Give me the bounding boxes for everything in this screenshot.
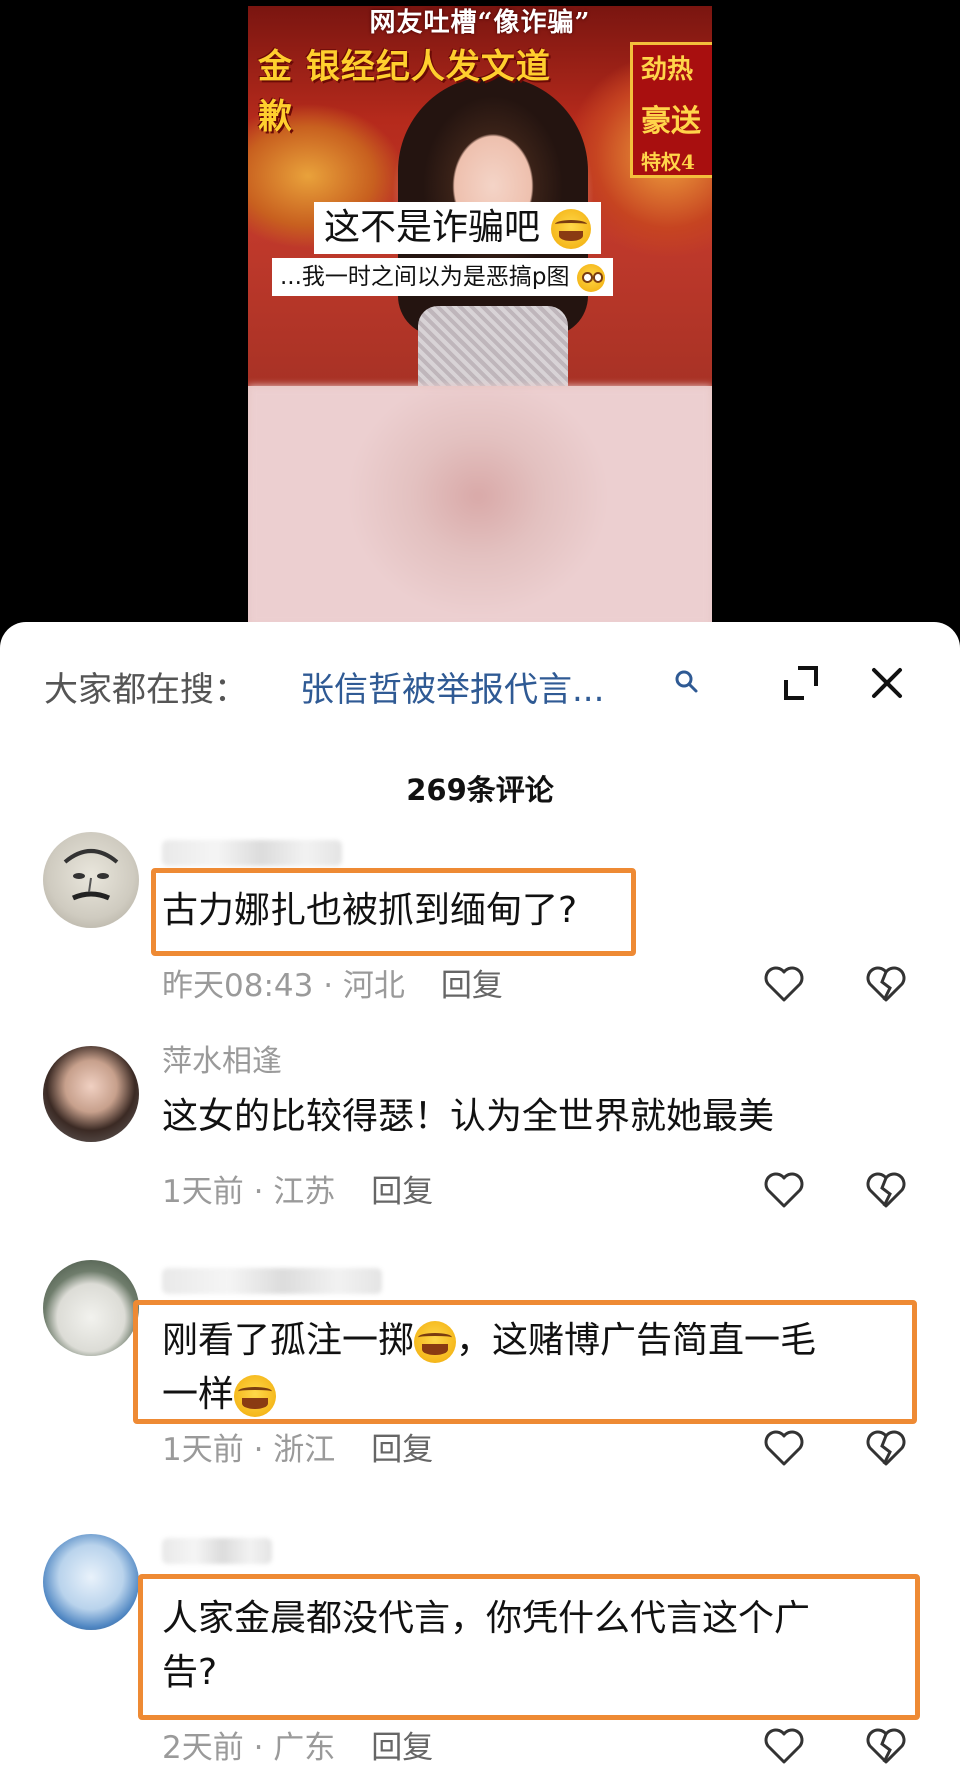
comment-item: 古力娜扎也被抓到缅甸了? 昨天08:43 · 河北 回复 — [0, 826, 960, 1026]
avatar[interactable] — [43, 1534, 139, 1630]
comment-time: 昨天08:43 — [162, 968, 314, 1004]
laughing-emoji-icon — [414, 1321, 457, 1363]
comment-count: 269条评论 — [406, 773, 554, 807]
comment-time: 1天前 — [162, 1174, 244, 1210]
comment-item: 人家金晨都没代言，你凭什么代言这个广 告? 2天前 · 广东 回复 — [0, 1528, 960, 1778]
heart-icon[interactable] — [762, 964, 806, 1004]
video-blurred-region — [248, 386, 712, 626]
comment-location: 河北 — [342, 968, 405, 1004]
comment-item: 刚看了孤注一掷 ，这赌博广告简直一毛一样 1天前 · 浙江 回复 — [0, 1258, 960, 1498]
video-side-badge: 劲热 豪送 特权4 — [630, 42, 712, 178]
reply-button[interactable]: 回复 — [371, 1730, 433, 1766]
side-badge-line-2: 豪送 — [641, 104, 701, 139]
comment-text-line: 告? — [162, 1652, 218, 1693]
search-suggestion-row: 大家都在搜： 张信哲被举报代言... — [0, 622, 960, 762]
broken-heart-icon[interactable] — [864, 964, 908, 1004]
comment-text: 人家金晨都没代言，你凭什么代言这个广 告? — [162, 1592, 902, 1700]
comment-meta: 2天前 · 广东 回复 — [162, 1728, 433, 1768]
video-caption-2-text: ...我一时之间以为是恶搞p图 — [280, 264, 570, 290]
heart-icon[interactable] — [762, 1726, 806, 1766]
comment-text: 这女的比较得瑟！认为全世界就她最美 — [162, 1096, 775, 1137]
heart-icon[interactable] — [762, 1428, 806, 1468]
comment-text-part: 刚看了孤注一掷 — [162, 1320, 415, 1361]
avatar-sketch-face — [63, 849, 119, 901]
broken-heart-icon[interactable] — [864, 1170, 908, 1210]
comment-meta: 昨天08:43 · 河北 回复 — [162, 966, 503, 1006]
meta-separator: · — [243, 1432, 274, 1468]
comment-username[interactable]: 萍水相逢 — [162, 1042, 282, 1082]
search-suggestion-prefix: 大家都在搜： — [44, 670, 248, 710]
avatar[interactable] — [43, 832, 139, 928]
comment-text: 刚看了孤注一掷 ，这赌博广告简直一毛一样 — [162, 1314, 902, 1422]
video-headline-top: 网友吐槽“像诈骗” — [369, 8, 591, 38]
comment-text-part: 一样 — [162, 1374, 235, 1415]
video-caption-1-text: 这不是诈骗吧 — [324, 207, 541, 248]
comment-item: 萍水相逢 这女的比较得瑟！认为全世界就她最美 1天前 · 江苏 回复 — [0, 1040, 960, 1240]
reply-button[interactable]: 回复 — [441, 968, 503, 1004]
heart-icon[interactable] — [762, 1170, 806, 1210]
side-badge-line-3: 特权4 — [641, 150, 695, 174]
meta-separator: · — [243, 1174, 274, 1210]
avatar[interactable] — [43, 1046, 139, 1142]
comment-time: 1天前 — [162, 1432, 244, 1468]
meta-separator: · — [313, 968, 343, 1004]
comment-username-blurred[interactable] — [162, 1268, 382, 1294]
video-person-dress — [418, 306, 568, 386]
laughing-emoji-icon — [551, 209, 592, 249]
expand-icon[interactable] — [780, 662, 822, 704]
video-caption-1: 这不是诈骗吧 — [314, 202, 602, 254]
comment-text-part: ，这赌博广告简直一毛 — [456, 1320, 817, 1361]
laughing-emoji-icon — [234, 1375, 277, 1417]
comment-username-blurred[interactable] — [162, 1538, 272, 1564]
comment-meta: 1天前 · 江苏 回复 — [162, 1172, 433, 1212]
comment-location: 浙江 — [273, 1432, 336, 1468]
reply-button[interactable]: 回复 — [371, 1432, 433, 1468]
comment-sheet: 大家都在搜： 张信哲被举报代言... 269条评论 古力娜扎也被抓到缅甸了? 昨… — [0, 622, 960, 1781]
comment-location: 江苏 — [273, 1174, 336, 1210]
broken-heart-icon[interactable] — [864, 1726, 908, 1766]
video-player[interactable]: 网友吐槽“像诈骗” 金 银经纪人发文道歉 劲热 豪送 特权4 这不是诈骗吧 ..… — [248, 6, 712, 626]
comment-location: 广东 — [273, 1730, 336, 1766]
search-suggestion-link[interactable]: 张信哲被举报代言... — [300, 668, 604, 712]
side-badge-line-1: 劲热 — [641, 55, 694, 85]
reply-button[interactable]: 回复 — [371, 1174, 433, 1210]
avatar[interactable] — [43, 1260, 139, 1356]
comment-time: 2天前 — [162, 1730, 244, 1766]
comment-text: 古力娜扎也被抓到缅甸了? — [162, 890, 578, 931]
search-icon[interactable] — [673, 668, 701, 696]
comment-username-blurred[interactable] — [162, 840, 342, 866]
close-icon[interactable] — [866, 662, 908, 704]
video-headline-main: 金 银经纪人发文道歉 — [258, 47, 551, 137]
broken-heart-icon[interactable] — [864, 1428, 908, 1468]
meta-separator: · — [243, 1730, 274, 1766]
video-caption-2: ...我一时之间以为是恶搞p图 — [272, 258, 613, 296]
eye-roll-emoji-icon — [576, 263, 605, 292]
comment-meta: 1天前 · 浙江 回复 — [162, 1430, 433, 1470]
comment-text-line: 人家金晨都没代言，你凭什么代言这个广 — [162, 1598, 811, 1639]
